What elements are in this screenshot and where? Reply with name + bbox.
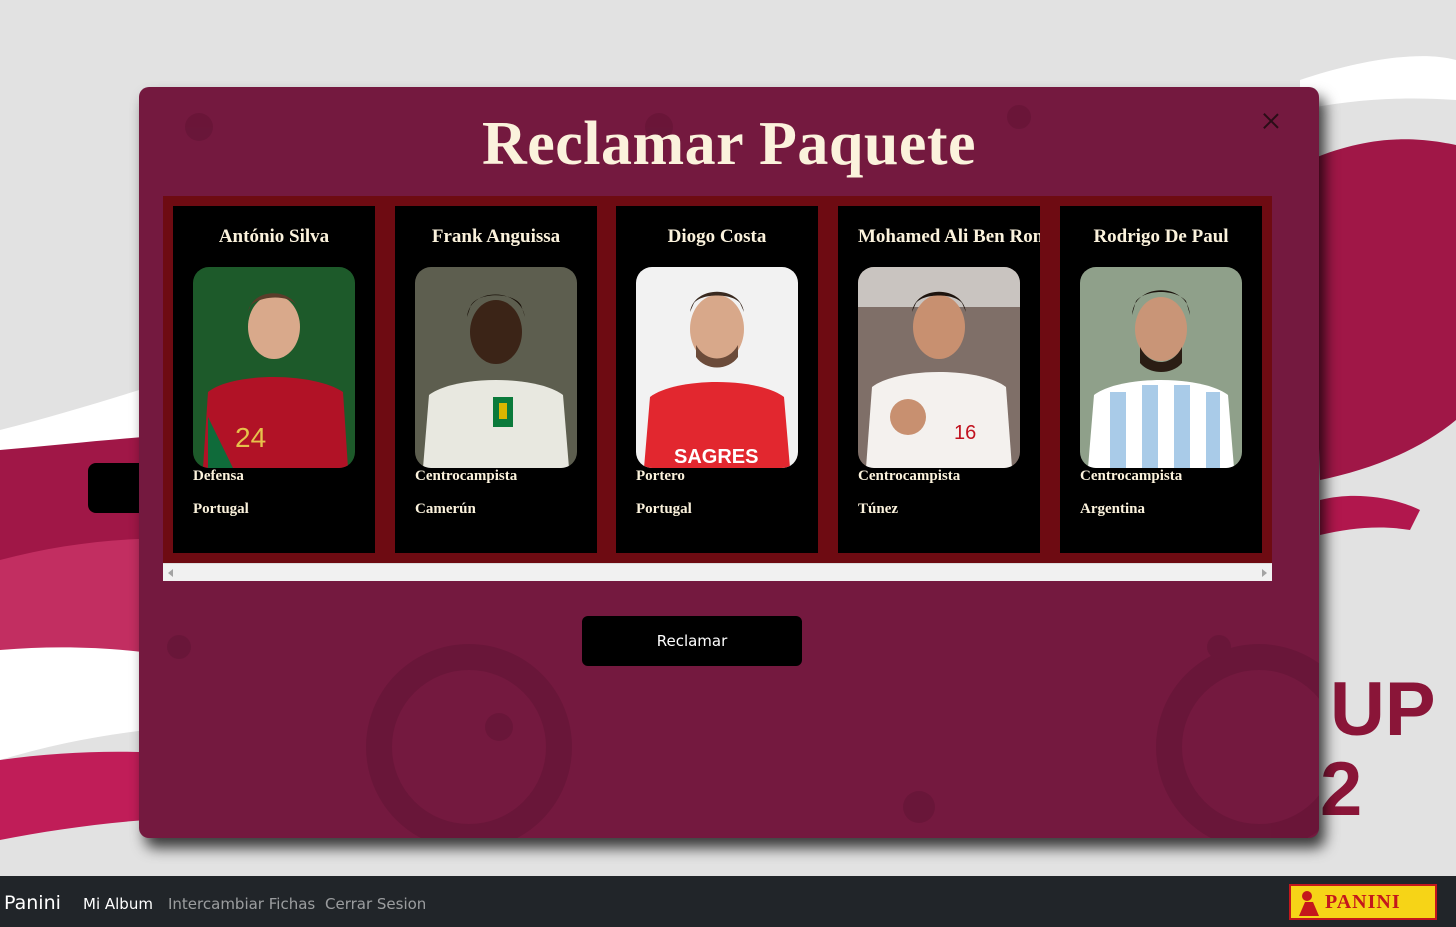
player-photo-image [415,267,577,468]
player-position: Defensa [193,468,244,484]
player-name: Frank Anguissa [431,226,561,247]
player-photo-image [1080,267,1242,468]
cards-row: António Silva 24 Defensa Portugal Frank … [173,206,1272,553]
player-name: Diogo Costa [667,226,767,247]
player-card: Rodrigo De Paul Centrocampista Argentina [1060,206,1262,553]
player-position: Centrocampista [415,468,518,484]
svg-text:SAGRES: SAGRES [674,446,758,468]
scroll-left-arrow-icon[interactable] [168,569,173,577]
nav-link-intercambiar-fichas[interactable]: Intercambiar Fichas [168,895,315,913]
player-photo-image: SAGRES [636,267,798,468]
panini-logo-text: PANINI [1325,891,1401,913]
player-photo: SAGRES [636,267,798,468]
player-country: Argentina [1080,501,1145,517]
claim-button[interactable]: Reclamar [582,616,802,666]
scroll-right-arrow-icon[interactable] [1262,569,1267,577]
player-photo: 24 [193,267,355,468]
cards-scroll-container[interactable]: António Silva 24 Defensa Portugal Frank … [163,196,1272,563]
nav-link-cerrar-sesion[interactable]: Cerrar Sesion [325,895,426,913]
background-title-line1: UP [1330,667,1436,752]
player-name: Rodrigo De Paul [1093,226,1229,247]
player-country: Túnez [858,501,899,517]
player-position: Centrocampista [858,468,961,484]
player-position: Centrocampista [1080,468,1183,484]
player-card: Frank Anguissa Centrocampista Camerún [395,206,597,553]
player-photo-image: 24 [193,267,355,468]
player-country: Camerún [415,501,476,517]
player-photo [1080,267,1242,468]
player-country: Portugal [636,501,692,517]
player-country: Portugal [193,501,249,517]
navbar-brand[interactable]: Panini [4,892,61,914]
player-card: Mohamed Ali Ben Romdhane 16 Centrocampis… [838,206,1040,553]
nav-link-mi-album[interactable]: Mi Album [83,895,153,913]
player-name: António Silva [218,226,330,247]
modal-title: Reclamar Paquete [481,110,977,178]
player-photo: 16 [858,267,1020,468]
svg-text:16: 16 [954,422,976,444]
panini-logo: PANINI [1289,884,1437,920]
panini-knight-icon [1299,891,1319,916]
claim-pack-modal: Reclamar Paquete António Silva 24 Defens… [139,87,1319,838]
player-card: Diogo Costa SAGRES Portero Portugal [616,206,818,553]
player-card: António Silva 24 Defensa Portugal [173,206,375,553]
svg-text:24: 24 [235,422,266,453]
bottom-navbar: Panini Mi Album Intercambiar Fichas Cerr… [0,876,1456,927]
background-title-line2: 2 [1320,747,1363,832]
player-name: Mohamed Ali Ben Romdhane [858,226,1040,247]
player-position: Portero [636,468,685,484]
player-photo-image: 16 [858,267,1020,468]
horizontal-scrollbar[interactable] [163,563,1272,581]
player-photo [415,267,577,468]
close-icon[interactable] [1259,109,1283,133]
